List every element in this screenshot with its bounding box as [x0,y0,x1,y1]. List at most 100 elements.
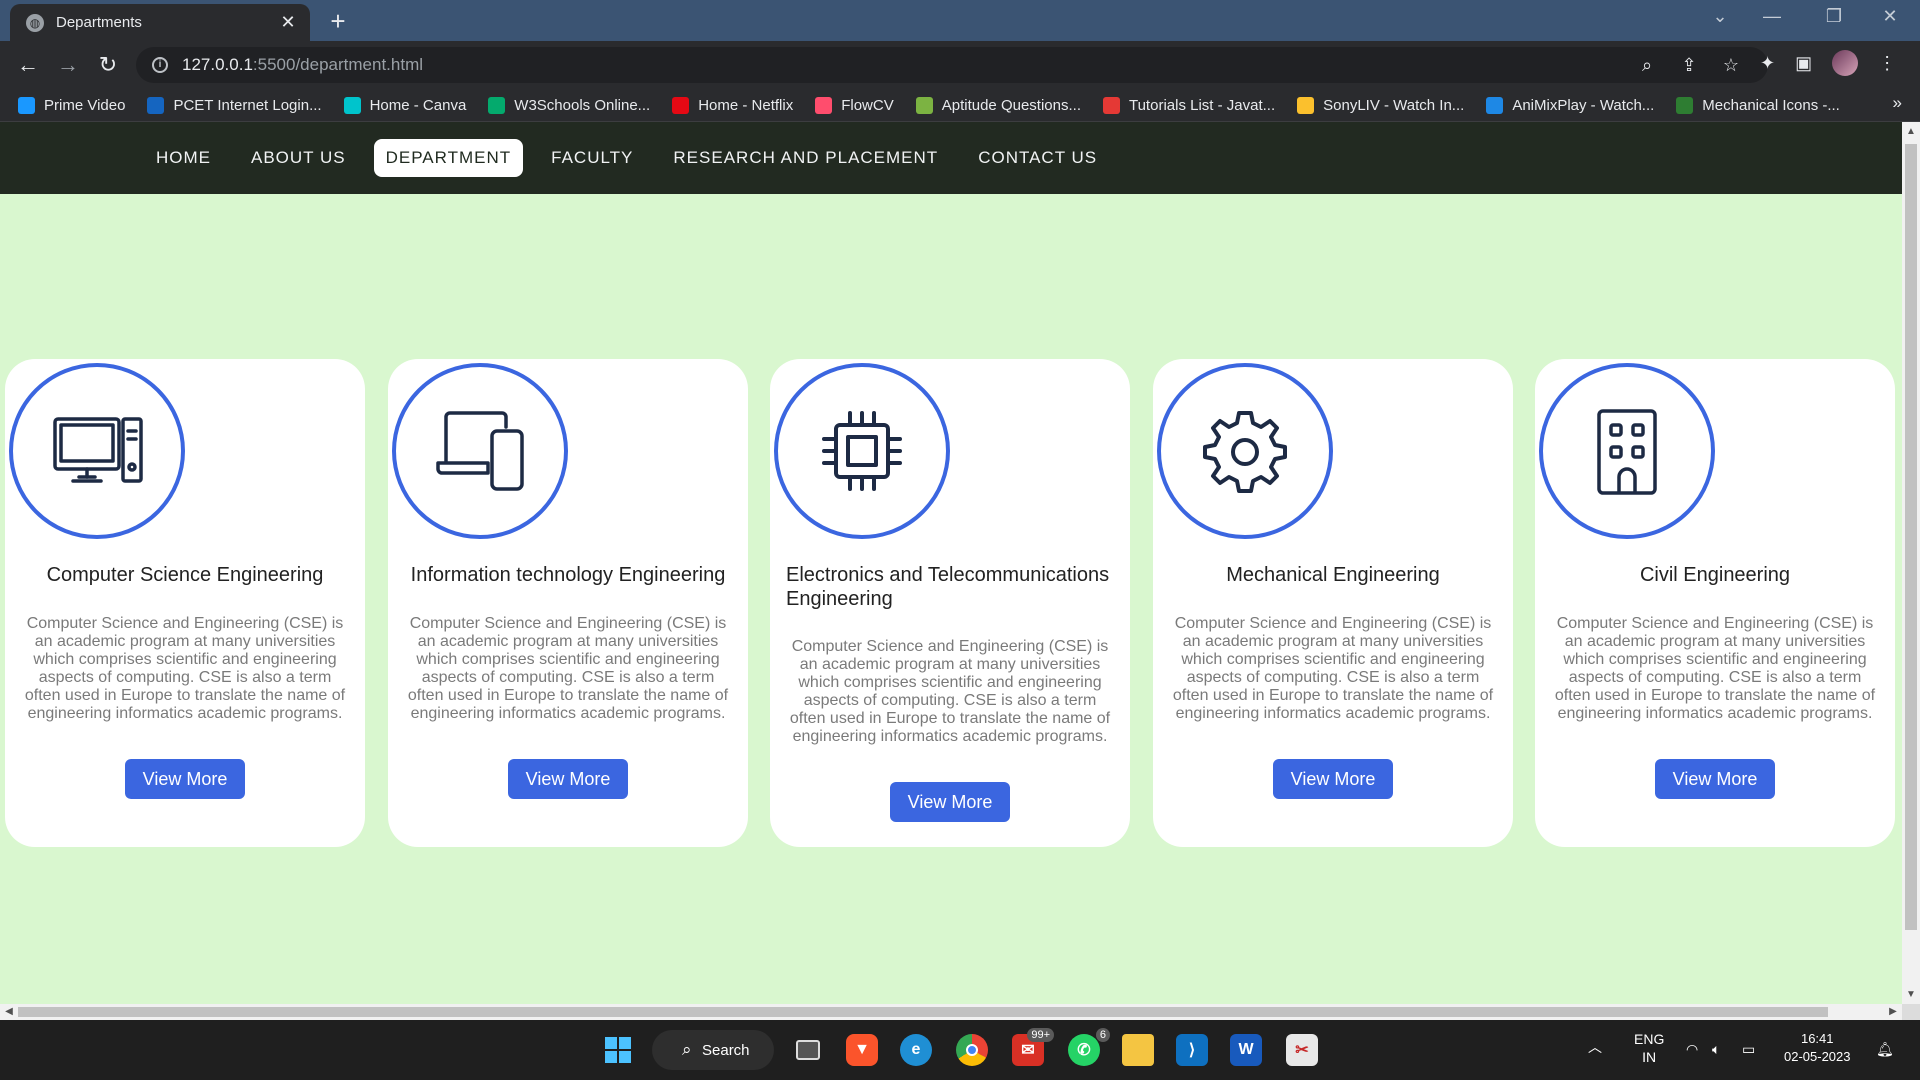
window-close-button[interactable]: ✕ [1862,6,1918,27]
view-more-button[interactable]: View More [1655,759,1775,799]
department-title: Mechanical Engineering [1226,564,1440,586]
browser-toolbar: ← → ↻ i 127.0.0.1:5500/department.html ⌕… [0,41,1920,89]
edge-browser-icon[interactable]: e [900,1034,932,1066]
scroll-down-icon[interactable]: ▼ [1902,989,1920,1000]
nav-contact-us[interactable]: CONTACT US [966,139,1109,177]
bookmark-item[interactable]: Prime Video [18,96,125,114]
view-more-button[interactable]: View More [890,782,1010,822]
close-tab-icon[interactable]: ✕ [278,12,298,33]
bookmarks-bar: Prime Video PCET Internet Login... Home … [0,89,1920,122]
address-bar[interactable]: i 127.0.0.1:5500/department.html ⌕ ⇪ ☆ [136,47,1768,83]
bookmark-item[interactable]: Mechanical Icons -... [1676,96,1840,114]
page-viewport: HOME ABOUT US DEPARTMENT FACULTY RESEARC… [0,122,1902,1004]
share-icon[interactable]: ⇪ [1678,55,1700,76]
department-description: Computer Science and Engineering (CSE) i… [407,615,729,722]
scroll-right-icon[interactable]: ▶ [1884,1004,1902,1020]
bookmark-item[interactable]: Aptitude Questions... [915,96,1081,114]
taskbar-search[interactable]: ⌕ Search [652,1030,774,1070]
bookmark-favicon [147,96,165,114]
bookmark-item[interactable]: Tutorials List - Javat... [1102,96,1275,114]
nav-home[interactable]: HOME [144,139,223,177]
browser-tab[interactable]: ◍ Departments ✕ [10,4,310,41]
back-icon[interactable]: ← [14,51,42,79]
bookmark-item[interactable]: PCET Internet Login... [147,96,322,114]
profile-avatar[interactable] [1832,50,1859,76]
horizontal-scroll-thumb[interactable] [18,1007,1828,1017]
bookmark-item[interactable]: Home - Canva [343,96,466,114]
word-icon[interactable]: W [1230,1034,1262,1066]
horizontal-scrollbar[interactable]: ◀ ▶ [0,1004,1902,1020]
scroll-up-icon[interactable]: ▲ [1902,126,1920,137]
url-host: 127.0.0.1 [182,55,253,74]
url-path: :5500/department.html [252,55,424,74]
nav-about-us[interactable]: ABOUT US [239,139,358,177]
task-view-icon[interactable] [792,1034,824,1066]
bookmark-item[interactable]: SonyLIV - Watch In... [1297,96,1464,114]
nav-faculty[interactable]: FACULTY [539,139,645,177]
extensions-icon[interactable]: ✦ [1760,53,1775,74]
show-hidden-icons[interactable]: ︿ [1588,1038,1602,1056]
zoom-icon[interactable]: ⌕ [1636,55,1658,76]
vscode-icon[interactable]: ⟩ [1176,1034,1208,1066]
bookmark-star-icon[interactable]: ☆ [1720,55,1742,76]
bookmark-item[interactable]: AniMixPlay - Watch... [1486,96,1654,114]
file-explorer-icon[interactable] [1122,1034,1154,1066]
site-navbar: HOME ABOUT US DEPARTMENT FACULTY RESEARC… [0,122,1902,194]
department-description: Computer Science and Engineering (CSE) i… [24,615,346,722]
volume-icon[interactable]: 🔈︎ [1712,1040,1720,1058]
department-description: Computer Science and Engineering (CSE) i… [1554,615,1876,722]
department-title: Computer Science Engineering [46,564,324,586]
reload-icon[interactable]: ↻ [94,51,122,79]
bookmark-item[interactable]: FlowCV [815,96,894,114]
bookmark-favicon [815,96,833,114]
side-panel-icon[interactable]: ▣ [1795,53,1812,74]
view-more-button[interactable]: View More [125,759,245,799]
start-windows-icon[interactable] [602,1034,634,1066]
browser-tab-strip: ◍ Departments ✕ + ⌄ — ❐ ✕ [0,0,1920,41]
scroll-left-icon[interactable]: ◀ [0,1004,18,1020]
whatsapp-badge: 6 [1095,1028,1110,1042]
notification-bell-icon[interactable]: 🔔︎ [1876,1040,1894,1058]
department-description: Computer Science and Engineering (CSE) i… [1172,615,1494,722]
department-title: Electronics and Telecommunications Engin… [786,564,1110,610]
department-card: Computer Science Engineering Computer Sc… [5,359,365,847]
microchip-icon [774,363,950,539]
gear-icon [1157,363,1333,539]
view-more-button[interactable]: View More [1273,759,1393,799]
nav-department[interactable]: DEPARTMENT [373,139,524,177]
bookmark-favicon [1486,96,1504,114]
department-card: Information technology Engineering Compu… [388,359,748,847]
nav-research-and-placement[interactable]: RESEARCH AND PLACEMENT [661,139,950,177]
language-indicator[interactable]: ENG IN [1634,1030,1664,1066]
bookmark-item[interactable]: Home - Netflix [672,96,793,114]
new-tab-button[interactable]: + [324,7,352,35]
department-title: Civil Engineering [1639,564,1791,586]
tab-title: Departments [56,14,142,31]
vertical-scroll-thumb[interactable] [1905,144,1917,930]
chrome-browser-icon[interactable] [956,1034,988,1066]
bookmark-item[interactable]: W3Schools Online... [488,96,650,114]
snipping-tool-icon[interactable]: ✂ [1286,1034,1318,1066]
department-card: Electronics and Telecommunications Engin… [770,359,1130,847]
view-more-button[interactable]: View More [508,759,628,799]
scrollbar-corner [1902,1004,1920,1020]
site-info-icon[interactable]: i [152,57,168,73]
menu-icon[interactable]: ⋮ [1878,53,1896,74]
globe-icon: ◍ [26,13,44,32]
search-icon: ⌕ [682,1040,692,1059]
brave-browser-icon[interactable]: ▼ [846,1034,878,1066]
minimize-button[interactable]: — [1744,6,1800,27]
bookmark-favicon [343,96,361,114]
vertical-scrollbar[interactable]: ▲ ▼ [1902,122,1920,1004]
battery-icon[interactable]: ▭ [1742,1040,1755,1058]
more-bookmarks-icon[interactable]: » [1893,93,1902,113]
mail-app-icon[interactable]: ✉ 99+ [1012,1028,1054,1066]
bookmark-favicon [1102,96,1120,114]
wifi-icon[interactable]: ◠ [1686,1040,1698,1058]
clock[interactable]: 16:41 02-05-2023 [1784,1030,1851,1066]
bookmark-favicon [1676,96,1694,114]
tab-search-icon[interactable]: ⌄ [1692,6,1748,27]
whatsapp-icon[interactable]: ✆ 6 [1068,1028,1110,1066]
restore-button[interactable]: ❐ [1806,6,1862,27]
forward-icon[interactable]: → [54,51,82,79]
